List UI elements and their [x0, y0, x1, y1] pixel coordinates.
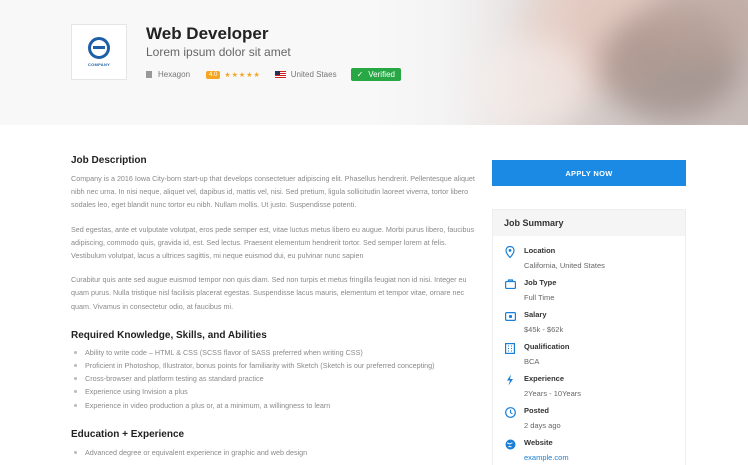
job-details: Job Description Company is a 2016 Iowa C… [71, 150, 479, 459]
summary-website: Website example.com [504, 438, 569, 462]
job-country: United Staes [290, 70, 337, 79]
company-logo-text: COMPANY [87, 62, 111, 67]
verified-label: Verified [368, 70, 395, 79]
summary-label: Salary [524, 310, 547, 319]
check-icon: ✓ [356, 70, 364, 79]
description-paragraph: Curabitur quis ante sed augue euismod te… [71, 275, 467, 311]
job-summary-heading: Job Summary [493, 210, 685, 236]
list-item: Advanced degree or equivalent experience… [71, 446, 479, 459]
globe-icon [504, 438, 516, 450]
summary-label: Posted [524, 406, 550, 415]
company-logo-icon [88, 37, 110, 59]
job-header: COMPANY Web Developer Lorem ipsum dolor … [0, 0, 748, 125]
summary-experience: Experience 2Years - 10Years [504, 374, 581, 398]
description-paragraph: Company is a 2016 Iowa City-born start-u… [71, 174, 475, 210]
list-item: Ability to write code – HTML & CSS (SCSS… [71, 346, 479, 359]
skills-heading: Required Knowledge, Skills, and Abilitie… [71, 329, 267, 341]
summary-value: Full Time [524, 293, 555, 302]
summary-label: Experience [524, 374, 565, 383]
description-paragraph: Sed egestas, ante et vulputate volutpat,… [71, 224, 475, 261]
list-item: Experience in video production a plus or… [71, 399, 479, 412]
summary-label: Location [524, 246, 556, 255]
summary-job-type: Job Type Full Time [504, 278, 556, 302]
summary-qualification: Qualification BCA [504, 342, 569, 366]
summary-label: Website [524, 438, 553, 447]
list-item: Experience using Invision a plus [71, 385, 479, 398]
job-title: Web Developer [146, 24, 269, 43]
money-icon [504, 310, 516, 322]
summary-label: Qualification [524, 342, 570, 351]
star-rating: ★★★★★ [224, 71, 261, 79]
verified-badge: ✓ Verified [350, 68, 401, 81]
website-link[interactable]: example.com [524, 453, 569, 462]
lightning-icon [504, 374, 516, 386]
job-subtitle: Lorem ipsum dolor sit amet [146, 45, 291, 59]
list-item: Cross-browser and platform testing as st… [71, 372, 479, 385]
company-name[interactable]: Hexagon [158, 70, 190, 79]
skills-list: Ability to write code – HTML & CSS (SCSS… [71, 346, 479, 412]
summary-value: $45k - $62k [524, 325, 564, 334]
briefcase-icon [504, 278, 516, 290]
summary-value: 2Years - 10Years [524, 389, 581, 398]
clock-icon [504, 406, 516, 418]
summary-location: Location California, United States [504, 246, 605, 270]
summary-value: California, United States [524, 261, 605, 270]
summary-posted: Posted 2 days ago [504, 406, 561, 430]
map-pin-icon [504, 246, 516, 258]
building-icon [146, 71, 152, 78]
rating-badge: 4.0 [206, 70, 221, 79]
apply-now-button[interactable]: APPLY NOW [492, 160, 686, 186]
education-heading: Education + Experience [71, 428, 185, 440]
summary-value: 2 days ago [524, 421, 561, 430]
summary-label: Job Type [524, 278, 557, 287]
summary-value: BCA [524, 357, 540, 366]
building-icon [504, 342, 516, 354]
job-summary-panel: Job Summary Location California, United … [492, 209, 686, 465]
summary-salary: Salary $45k - $62k [504, 310, 563, 334]
list-item: Proficient in Photoshop, Illustrator, bo… [71, 359, 479, 372]
job-meta: Hexagon 4.0 ★★★★★ United Staes ✓ Verifie… [146, 68, 401, 81]
us-flag-icon [274, 70, 286, 79]
education-list: Advanced degree or equivalent experience… [71, 446, 479, 459]
company-logo[interactable]: COMPANY [71, 24, 127, 80]
job-description-heading: Job Description [71, 155, 147, 166]
